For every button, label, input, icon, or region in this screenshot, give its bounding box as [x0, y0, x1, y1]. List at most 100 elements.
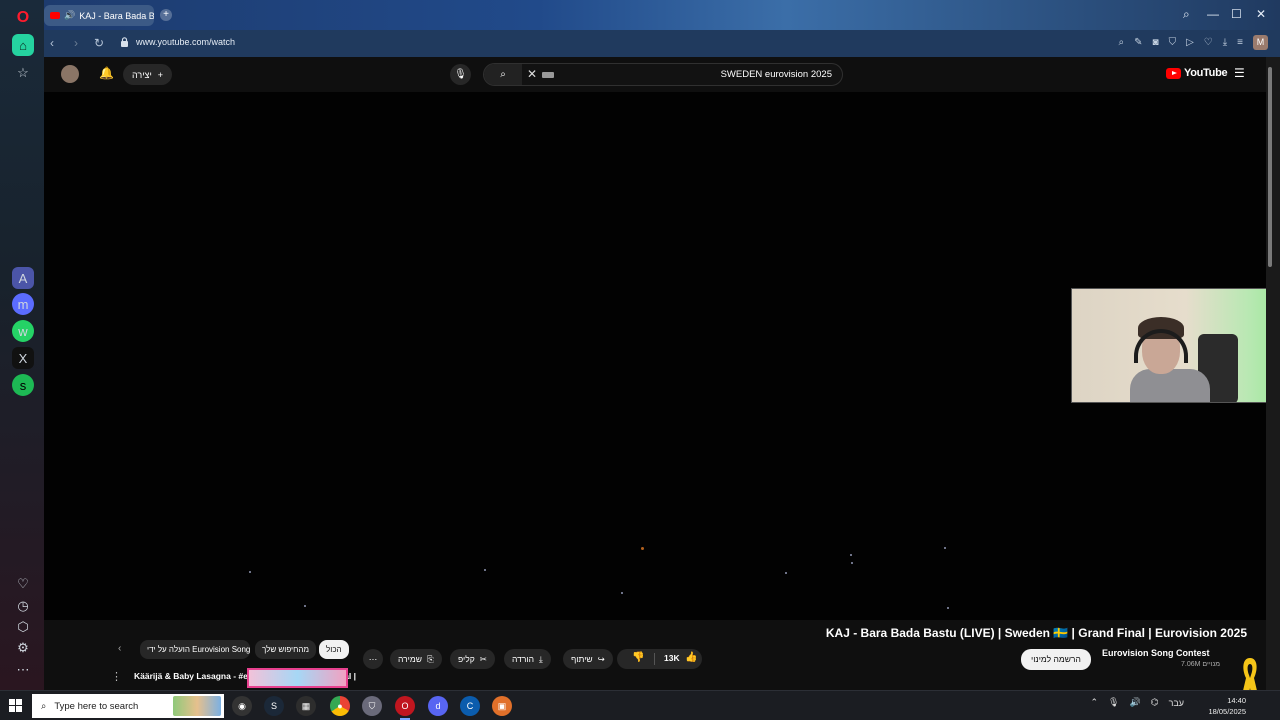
opera-logo-icon[interactable]: O: [13, 8, 33, 28]
shield-app-icon[interactable]: ⛉: [362, 696, 382, 716]
system-tray: ⌃ 🎙 🔊 ⌬ עבר: [1091, 697, 1185, 708]
hamburger-icon[interactable]: ☰: [1234, 66, 1245, 80]
more-icon[interactable]: ⋯: [12, 659, 34, 681]
lock-icon: [121, 37, 128, 47]
search-button[interactable]: ⌕: [484, 64, 522, 85]
maximize-icon[interactable]: ☐: [1231, 7, 1242, 21]
share-button[interactable]: שיתוף ↪: [563, 649, 613, 669]
aria-icon[interactable]: A: [12, 267, 34, 289]
share-icon: ↪: [597, 654, 605, 664]
volume-icon[interactable]: 🔊: [1129, 697, 1140, 708]
video-info: KAJ - Bara Bada Bastu (LIVE) | Sweden 🇸🇪…: [44, 620, 1266, 690]
save-button[interactable]: שמירה ⎘: [390, 649, 442, 669]
account-avatar[interactable]: M: [1253, 35, 1268, 50]
back-icon[interactable]: ‹: [50, 36, 54, 50]
recommendation-menu-icon[interactable]: ⋮: [111, 670, 122, 683]
bell-icon[interactable]: 🔔: [99, 66, 114, 80]
edit-icon[interactable]: ✎: [1134, 37, 1142, 48]
chip-all[interactable]: הכול: [319, 640, 349, 659]
forward-icon[interactable]: ›: [74, 36, 78, 50]
like-dislike-pill: 👎 13K 👍: [617, 649, 702, 669]
subscribe-button[interactable]: הרשמה למינוי: [1021, 649, 1091, 670]
stage-light: [785, 572, 787, 574]
download-icon[interactable]: ⤓: [1223, 37, 1227, 48]
like-count[interactable]: 13K: [664, 653, 680, 663]
speaker-icon[interactable]: 🔊: [64, 10, 75, 21]
minimize-icon[interactable]: —: [1207, 7, 1219, 21]
scrollbar-thumb[interactable]: [1268, 67, 1272, 267]
discord-icon[interactable]: d: [428, 696, 448, 716]
cube-icon[interactable]: ⬡: [12, 616, 34, 638]
search-input[interactable]: SWEDEN eurovision 2025: [721, 69, 832, 80]
url-field[interactable]: www.youtube.com/watch: [136, 37, 235, 47]
webcam-overlay: [1071, 288, 1280, 403]
home-icon[interactable]: ⌂: [12, 34, 34, 56]
send-icon[interactable]: ▷: [1186, 37, 1194, 48]
opera-sidebar: O ⌂ ☆ A m w X s ♡ ◷ ⬡ ⚙ ⋯: [0, 0, 44, 690]
reload-icon[interactable]: ↻: [94, 36, 104, 50]
clip-button[interactable]: קליפ ✂: [450, 649, 495, 669]
stage-light: [641, 547, 644, 550]
camera-icon[interactable]: ◙: [1153, 37, 1159, 48]
chip-uploaded-by[interactable]: הועלה על ידי Eurovision Song Contest: [140, 640, 250, 659]
microphone-icon[interactable]: 🎙: [1108, 697, 1119, 708]
dislike-icon[interactable]: 👎: [632, 652, 644, 663]
keyboard-icon[interactable]: [542, 72, 554, 78]
messenger-icon[interactable]: m: [12, 293, 34, 315]
whatsapp-icon[interactable]: w: [12, 320, 34, 342]
youtube-logo[interactable]: YouTube: [1166, 67, 1228, 79]
heart-icon[interactable]: ♡: [12, 573, 34, 595]
windows-start-icon[interactable]: [9, 699, 22, 712]
c-app-icon[interactable]: C: [460, 696, 480, 716]
tab-youtube[interactable]: 🔊 KAJ - Bara Bada Bastu: [44, 5, 154, 26]
youtube-logo-text: YouTube: [1184, 67, 1228, 79]
scissors-icon: ✂: [479, 654, 487, 664]
menu-icon[interactable]: ≡: [1237, 37, 1243, 48]
settings-icon[interactable]: ⚙: [12, 637, 34, 659]
folder-icon[interactable]: ▦: [296, 696, 316, 716]
opera-taskbar-icon[interactable]: O: [395, 696, 415, 720]
recommendation-thumbnail[interactable]: [247, 668, 348, 688]
steam-icon[interactable]: S: [264, 696, 284, 716]
tab-title: KAJ - Bara Bada Bastu: [79, 10, 154, 21]
windows-taskbar: ⌕ Type here to search ◉ S ▦ ● ⛉ O d C ▣ …: [0, 690, 1280, 720]
star-icon[interactable]: ☆: [12, 62, 34, 84]
search-box[interactable]: ⌕ ✕ SWEDEN eurovision 2025: [483, 63, 843, 86]
close-icon[interactable]: ✕: [1256, 7, 1266, 21]
person-body: [1130, 369, 1210, 402]
heart-icon[interactable]: ♡: [1204, 37, 1213, 48]
chrome-icon[interactable]: ●: [330, 696, 350, 716]
save-label: שמירה: [398, 654, 422, 664]
network-icon[interactable]: ⌬: [1151, 697, 1159, 708]
plus-icon: +: [157, 69, 164, 80]
page-scrollbar[interactable]: [1266, 57, 1280, 690]
obs-icon[interactable]: ◉: [232, 696, 252, 716]
more-actions-button[interactable]: ⋯: [363, 649, 383, 669]
search-highlight-image[interactable]: [173, 696, 221, 716]
box-app-icon[interactable]: ▣: [492, 696, 512, 716]
chip-from-search[interactable]: מהחיפוש שלך: [255, 640, 316, 659]
spotify-icon[interactable]: s: [12, 374, 34, 396]
chevron-up-icon[interactable]: ⌃: [1091, 697, 1099, 708]
chevron-left-icon[interactable]: ‹: [118, 643, 121, 654]
channel-name[interactable]: Eurovision Song Contest: [1102, 648, 1210, 658]
clock[interactable]: 14:40 18/05/2025: [1208, 695, 1246, 717]
clock-time: 14:40: [1227, 696, 1246, 705]
create-button[interactable]: יצירה +: [123, 64, 172, 85]
new-tab-button[interactable]: +: [160, 9, 172, 21]
language-indicator[interactable]: עבר: [1169, 698, 1184, 708]
shield-icon[interactable]: ⛉: [1169, 37, 1177, 48]
video-title: KAJ - Bara Bada Bastu (LIVE) | Sweden 🇸🇪…: [825, 626, 1247, 640]
stage-light: [621, 592, 623, 594]
taskbar-search[interactable]: ⌕ Type here to search: [32, 694, 224, 718]
mic-icon[interactable]: 🎙: [450, 64, 471, 85]
search-icon[interactable]: ⌕: [1183, 7, 1190, 22]
clear-search-icon[interactable]: ✕: [527, 67, 537, 81]
stage-light: [850, 554, 852, 556]
download-button[interactable]: הורדה ⤓: [504, 649, 551, 669]
like-icon[interactable]: 👍: [685, 652, 697, 663]
zoom-icon[interactable]: ⌕: [1119, 37, 1125, 48]
x-icon[interactable]: X: [12, 347, 34, 369]
history-icon[interactable]: ◷: [12, 595, 34, 617]
avatar[interactable]: [61, 65, 79, 83]
